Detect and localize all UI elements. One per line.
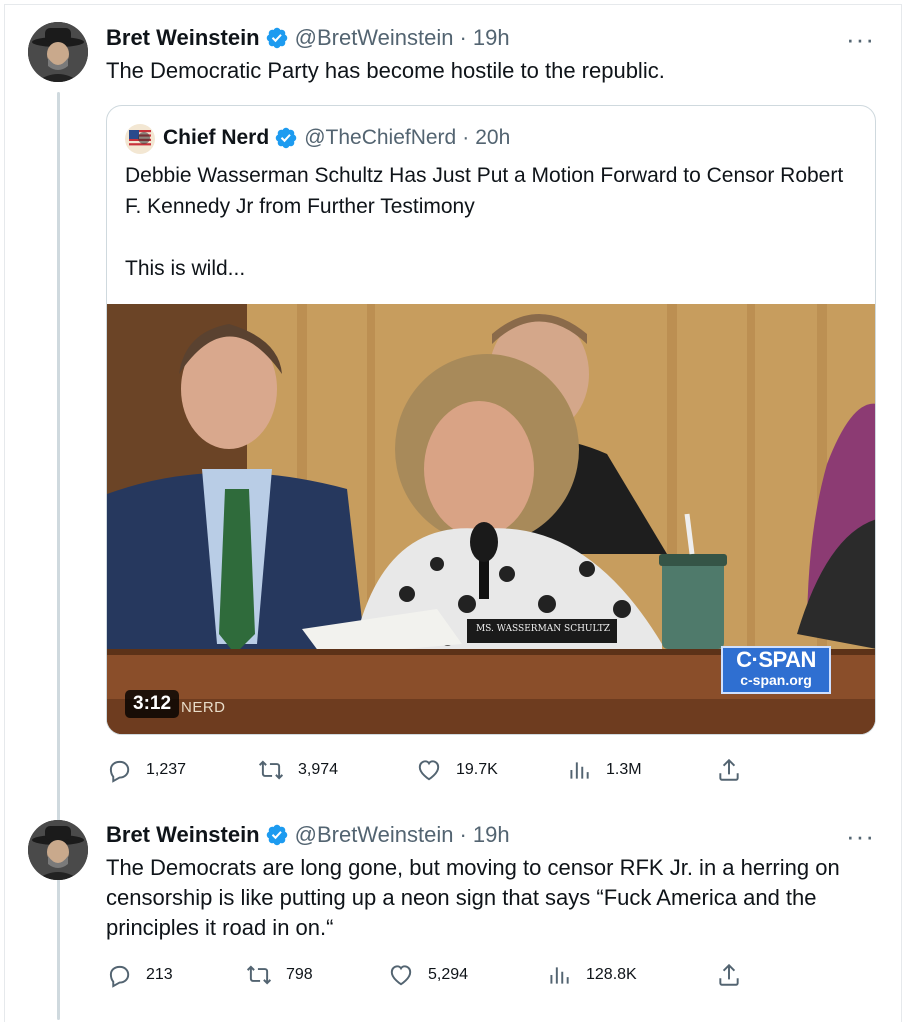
views-button[interactable]: 1.3M [566, 757, 642, 783]
flag-avatar-icon [125, 124, 155, 154]
tweet-text: The Democrats are long gone, but moving … [106, 853, 886, 943]
quote-paragraph: This is wild... [125, 257, 246, 280]
timestamp[interactable]: 19h [473, 25, 510, 51]
reply-icon [109, 965, 130, 988]
tweet-text: The Democratic Party has become hostile … [106, 58, 665, 83]
reply-button[interactable]: 213 [106, 962, 173, 988]
quote-text: Debbie Wasserman Schultz Has Just Put a … [125, 160, 845, 284]
avatar-image [28, 22, 88, 82]
tweet-text-line: principles it road in on.“ [106, 915, 334, 940]
like-count: 19.7K [456, 761, 498, 778]
video-duration-badge: 3:12 [125, 690, 180, 718]
nameplate-text: MS. WASSERMAN SCHULTZ [475, 624, 611, 634]
like-button[interactable]: 19.7K [416, 757, 498, 783]
quote-author-name[interactable]: Chief Nerd [163, 126, 269, 150]
author-name[interactable]: Bret Weinstein [106, 25, 260, 51]
quote-avatar[interactable] [125, 124, 155, 154]
quote-paragraph: Debbie Wasserman Schultz Has Just Put a … [125, 164, 844, 218]
avatar[interactable] [28, 820, 88, 880]
repost-button[interactable]: 3,974 [258, 757, 338, 783]
cspan-url: c-span.org [740, 672, 812, 688]
share-icon [719, 758, 739, 781]
reply-button[interactable]: 1,237 [106, 757, 186, 783]
more-options-button[interactable]: ··· [846, 823, 875, 849]
author-handle[interactable]: @BretWeinstein [295, 25, 454, 51]
like-button[interactable]: 5,294 [388, 962, 468, 988]
quote-header: Chief Nerd @TheChiefNerd · 20h [163, 126, 510, 150]
quoted-tweet-card[interactable]: Chief Nerd @TheChiefNerd · 20h Debbie Wa… [106, 105, 876, 735]
views-button[interactable]: 128.8K [546, 962, 637, 988]
reply-count: 1,237 [146, 761, 187, 778]
quote-paragraph [125, 222, 845, 253]
cspan-logo-text: C·SPAN [736, 647, 816, 672]
timestamp[interactable]: 19h [473, 822, 510, 848]
tweet-header: Bret Weinstein @BretWeinstein · 19h [106, 25, 510, 51]
separator: · [462, 126, 470, 149]
separator: · [459, 25, 467, 50]
quote-author-handle[interactable]: @TheChiefNerd [304, 126, 456, 150]
share-button[interactable] [716, 962, 756, 988]
video-watermark: NERD [181, 699, 226, 716]
more-options-button[interactable]: ··· [846, 26, 875, 52]
repost-icon [246, 965, 272, 985]
repost-icon [258, 760, 284, 780]
author-name[interactable]: Bret Weinstein [106, 822, 260, 848]
quote-timestamp[interactable]: 20h [475, 126, 510, 150]
reply-count: 213 [146, 966, 173, 983]
like-count: 5,294 [428, 966, 469, 983]
tweet-header: Bret Weinstein @BretWeinstein · 19h [106, 822, 510, 848]
heart-icon [390, 965, 412, 986]
thread-connector-line [57, 92, 60, 1020]
avatar[interactable] [28, 22, 88, 82]
verified-badge-icon [266, 824, 287, 846]
video-player[interactable]: MS. WASSERMAN SCHULTZ C·SPAN c-span.org … [107, 304, 875, 734]
heart-icon [418, 760, 440, 781]
avatar-image [28, 820, 88, 880]
tweet-text-line: censorship is like putting up a neon sig… [106, 885, 817, 910]
separator: · [459, 822, 467, 847]
view-count: 1.3M [606, 761, 642, 778]
views-chart-icon [570, 762, 589, 779]
repost-button[interactable]: 798 [246, 962, 313, 988]
reply-icon [109, 760, 130, 783]
verified-badge-icon [275, 127, 297, 149]
share-icon [719, 963, 739, 986]
share-button[interactable] [716, 757, 756, 783]
verified-badge-icon [266, 27, 287, 49]
repost-count: 798 [286, 966, 313, 983]
views-chart-icon [550, 967, 569, 984]
author-handle[interactable]: @BretWeinstein [295, 822, 454, 848]
tweet-text-line: The Democrats are long gone, but moving … [106, 855, 840, 880]
cspan-logo: C·SPAN c-span.org [721, 646, 831, 694]
view-count: 128.8K [586, 966, 637, 983]
repost-count: 3,974 [298, 761, 339, 778]
